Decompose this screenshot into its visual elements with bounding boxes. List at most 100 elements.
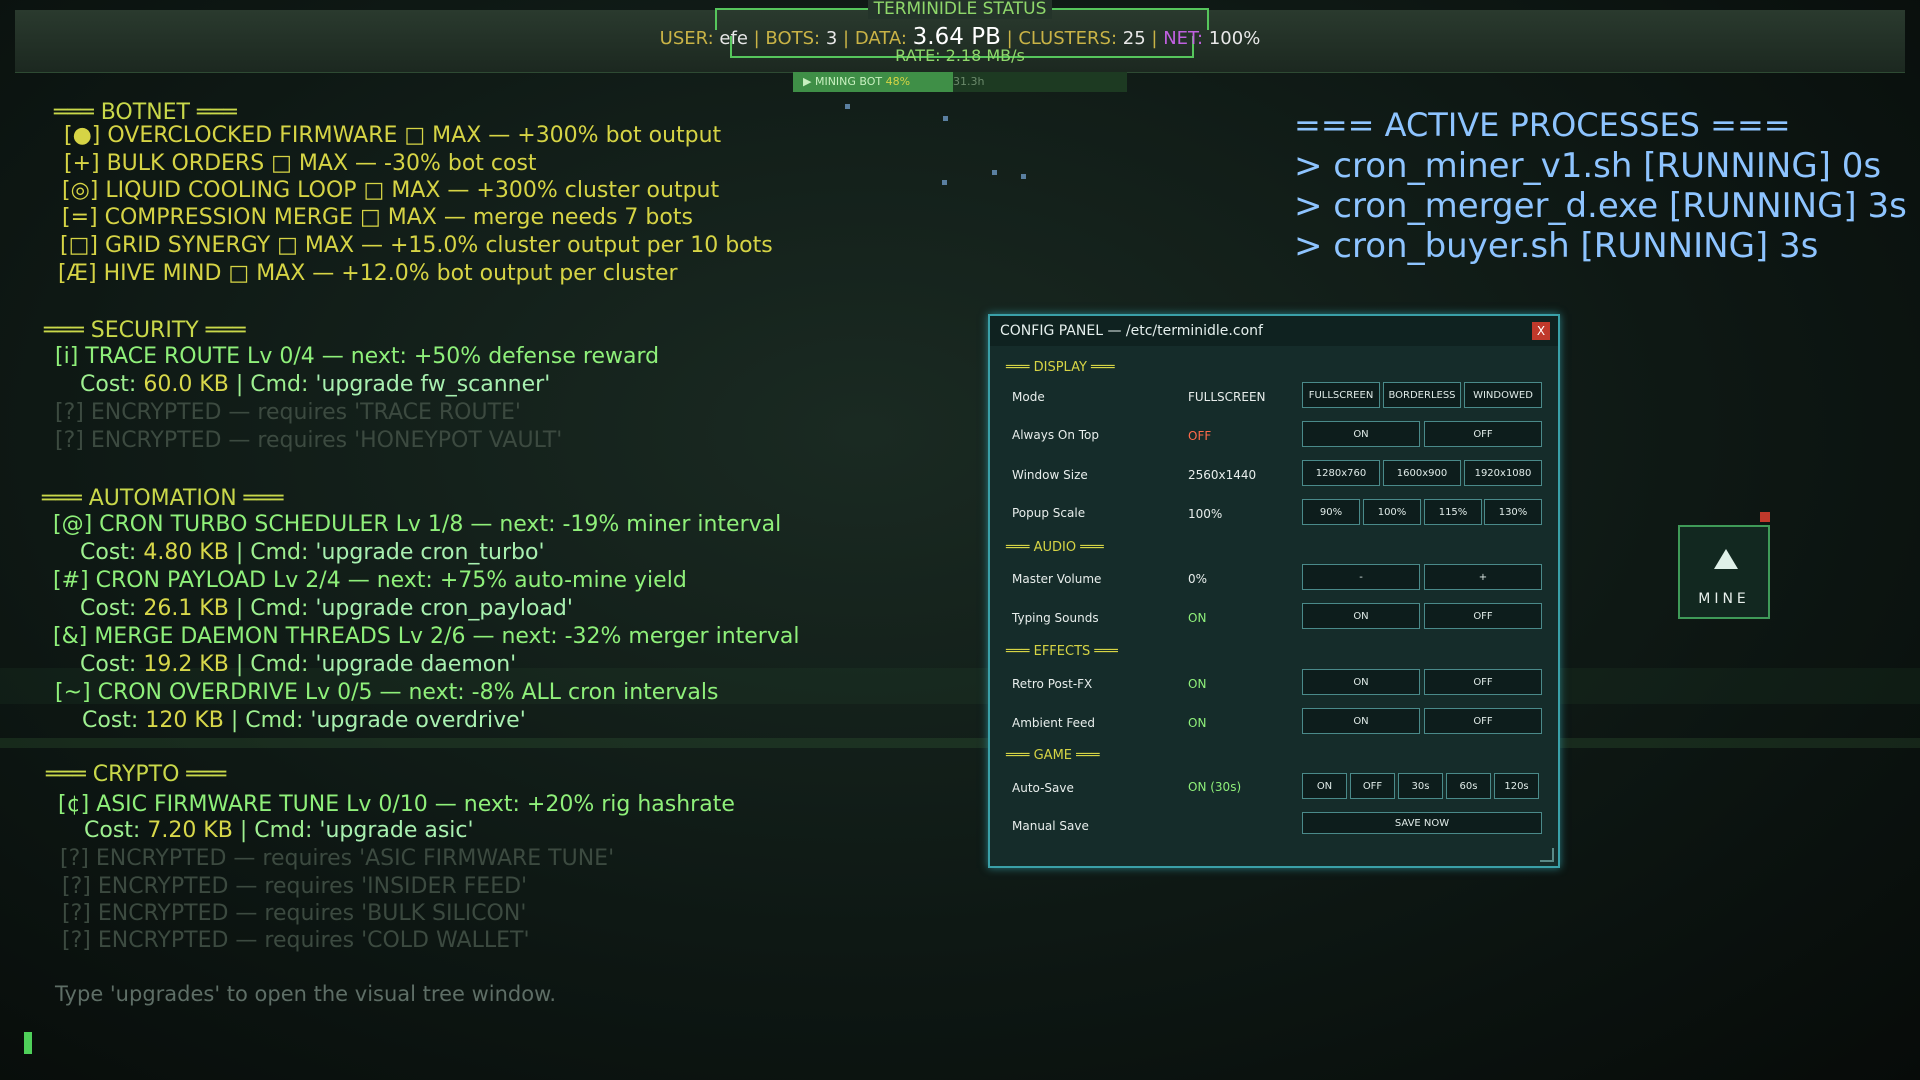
auto-save-120s-button[interactable]: 120s: [1494, 773, 1539, 799]
section-game: ═══ GAME ═══: [1006, 748, 1100, 763]
mode-fullscreen-button[interactable]: FULLSCREEN: [1302, 382, 1380, 408]
typing-sounds-value: ON: [1188, 611, 1207, 625]
encrypted-line: [?] ENCRYPTED — requires 'ASIC FIRMWARE …: [60, 846, 615, 871]
terminal-cursor[interactable]: [24, 1032, 32, 1054]
encrypted-line: [?] ENCRYPTED — requires 'INSIDER FEED': [62, 874, 528, 899]
botnet-header: ═══ BOTNET ═══: [54, 100, 237, 125]
volume-down-button[interactable]: -: [1302, 564, 1420, 590]
crypto-header: ═══ CRYPTO ═══: [46, 762, 227, 787]
security-cost: Cost: 60.0 KB | Cmd: 'upgrade fw_scanner…: [80, 372, 551, 397]
always-on-top-on-button[interactable]: ON: [1302, 421, 1420, 447]
pixel-dot: [1021, 174, 1026, 179]
retro-postfx-off-button[interactable]: OFF: [1424, 669, 1542, 695]
typing-sounds-off-button[interactable]: OFF: [1424, 603, 1542, 629]
master-volume-label: Master Volume: [1012, 572, 1102, 586]
auto-save-value: ON (30s): [1188, 780, 1242, 794]
retro-postfx-label: Retro Post-FX: [1012, 677, 1093, 691]
auto-save-30s-button[interactable]: 30s: [1398, 773, 1443, 799]
resize-handle[interactable]: [1540, 848, 1554, 862]
processes-header: === ACTIVE PROCESSES ===: [1294, 106, 1791, 144]
auto-save-off-button[interactable]: OFF: [1350, 773, 1395, 799]
mine-label: MINE: [1698, 591, 1750, 607]
mining-bot-progress: ▶ MINING BOT 48% 31.3h: [793, 72, 1127, 92]
security-header: ═══ SECURITY ═══: [44, 318, 246, 343]
process-item: > cron_buyer.sh [RUNNING] 3s: [1294, 226, 1819, 266]
automation-cost: Cost: 4.80 KB | Cmd: 'upgrade cron_turbo…: [80, 540, 545, 565]
automation-cost: Cost: 120 KB | Cmd: 'upgrade overdrive': [82, 708, 526, 733]
typing-sounds-on-button[interactable]: ON: [1302, 603, 1420, 629]
mining-time: 31.3h: [953, 75, 985, 88]
retro-postfx-on-button[interactable]: ON: [1302, 669, 1420, 695]
close-button[interactable]: X: [1532, 322, 1550, 340]
ambient-feed-off-button[interactable]: OFF: [1424, 708, 1542, 734]
config-title-bar[interactable]: CONFIG PANEL — /etc/terminidle.conf: [990, 316, 1558, 346]
ambient-feed-on-button[interactable]: ON: [1302, 708, 1420, 734]
section-display: ═══ DISPLAY ═══: [1006, 360, 1115, 375]
auto-save-60s-button[interactable]: 60s: [1446, 773, 1491, 799]
botnet-line: [□] GRID SYNERGY □ MAX — +15.0% cluster …: [60, 233, 773, 258]
window-size-option-button[interactable]: 1280x760: [1302, 460, 1380, 486]
automation-header: ═══ AUTOMATION ═══: [42, 486, 284, 511]
process-item: > cron_miner_v1.sh [RUNNING] 0s: [1294, 146, 1882, 186]
automation-cost: Cost: 19.2 KB | Cmd: 'upgrade daemon': [80, 652, 517, 677]
popup-scale-label: Popup Scale: [1012, 506, 1086, 520]
pixel-dot: [845, 104, 850, 109]
always-on-top-off-button[interactable]: OFF: [1424, 421, 1542, 447]
ambient-feed-value: ON: [1188, 716, 1207, 730]
master-volume-value: 0%: [1188, 572, 1208, 586]
retro-postfx-value: ON: [1188, 677, 1207, 691]
mine-close-icon[interactable]: [1760, 512, 1770, 522]
always-on-top-label: Always On Top: [1012, 428, 1099, 442]
botnet-line: [●] OVERCLOCKED FIRMWARE □ MAX — +300% b…: [64, 123, 722, 148]
mode-value: FULLSCREEN: [1188, 390, 1266, 404]
mode-windowed-button[interactable]: WINDOWED: [1464, 382, 1542, 408]
section-audio: ═══ AUDIO ═══: [1006, 540, 1104, 555]
manual-save-label: Manual Save: [1012, 819, 1089, 833]
scanline-band: [0, 738, 1920, 748]
status-title: TERMINIDLE STATUS: [0, 0, 1920, 19]
ambient-feed-label: Ambient Feed: [1012, 716, 1095, 730]
process-item: > cron_merger_d.exe [RUNNING] 3s: [1294, 186, 1907, 226]
window-size-label: Window Size: [1012, 468, 1088, 482]
crypto-cost: Cost: 7.20 KB | Cmd: 'upgrade asic': [84, 818, 474, 843]
popup-scale-option-button[interactable]: 90%: [1302, 499, 1360, 525]
auto-save-label: Auto-Save: [1012, 781, 1074, 795]
popup-scale-value: 100%: [1188, 507, 1223, 521]
window-size-option-button[interactable]: 1920x1080: [1464, 460, 1542, 486]
encrypted-line: [?] ENCRYPTED — requires 'BULK SILICON': [62, 901, 527, 926]
security-line: [i] TRACE ROUTE Lv 0/4 — next: +50% defe…: [55, 344, 660, 369]
volume-up-button[interactable]: +: [1424, 564, 1542, 590]
triangle-icon: [1714, 549, 1738, 569]
encrypted-line: [?] ENCRYPTED — requires 'HONEYPOT VAULT…: [55, 428, 563, 453]
pixel-dot: [992, 170, 997, 175]
mine-button[interactable]: MINE: [1678, 525, 1770, 619]
automation-line: [@] CRON TURBO SCHEDULER Lv 1/8 — next: …: [53, 512, 782, 537]
botnet-line: [◎] LIQUID COOLING LOOP □ MAX — +300% cl…: [62, 178, 720, 203]
mode-label: Mode: [1012, 390, 1045, 404]
config-panel: CONFIG PANEL — /etc/terminidle.conf X ══…: [988, 314, 1560, 868]
automation-cost: Cost: 26.1 KB | Cmd: 'upgrade cron_paylo…: [80, 596, 573, 621]
always-on-top-value: OFF: [1188, 429, 1212, 443]
mining-label: ▶ MINING BOT 48%: [803, 75, 911, 88]
terminal-hint: Type 'upgrades' to open the visual tree …: [55, 982, 557, 1006]
popup-scale-option-button[interactable]: 130%: [1484, 499, 1542, 525]
popup-scale-option-button[interactable]: 100%: [1363, 499, 1421, 525]
botnet-line: [=] COMPRESSION MERGE □ MAX — merge need…: [62, 205, 693, 230]
window-size-option-button[interactable]: 1600x900: [1383, 460, 1461, 486]
mode-borderless-button[interactable]: BORDERLESS: [1383, 382, 1461, 408]
automation-line: [#] CRON PAYLOAD Lv 2/4 — next: +75% aut…: [53, 568, 687, 593]
popup-scale-option-button[interactable]: 115%: [1424, 499, 1482, 525]
auto-save-on-button[interactable]: ON: [1302, 773, 1347, 799]
pixel-dot: [943, 116, 948, 121]
typing-sounds-label: Typing Sounds: [1012, 611, 1099, 625]
crypto-line: [¢] ASIC FIRMWARE TUNE Lv 0/10 — next: +…: [58, 792, 735, 817]
window-size-value: 2560x1440: [1188, 468, 1257, 482]
automation-line: [&] MERGE DAEMON THREADS Lv 2/6 — next: …: [53, 624, 800, 649]
data-rate: RATE: 2.18 MB/s: [895, 46, 1025, 65]
section-effects: ═══ EFFECTS ═══: [1006, 644, 1118, 659]
botnet-line: [Æ] HIVE MIND □ MAX — +12.0% bot output …: [58, 261, 678, 286]
save-now-button[interactable]: SAVE NOW: [1302, 812, 1542, 834]
encrypted-line: [?] ENCRYPTED — requires 'TRACE ROUTE': [55, 400, 521, 425]
encrypted-line: [?] ENCRYPTED — requires 'COLD WALLET': [62, 928, 530, 953]
automation-line: [~] CRON OVERDRIVE Lv 0/5 — next: -8% AL…: [55, 680, 719, 705]
